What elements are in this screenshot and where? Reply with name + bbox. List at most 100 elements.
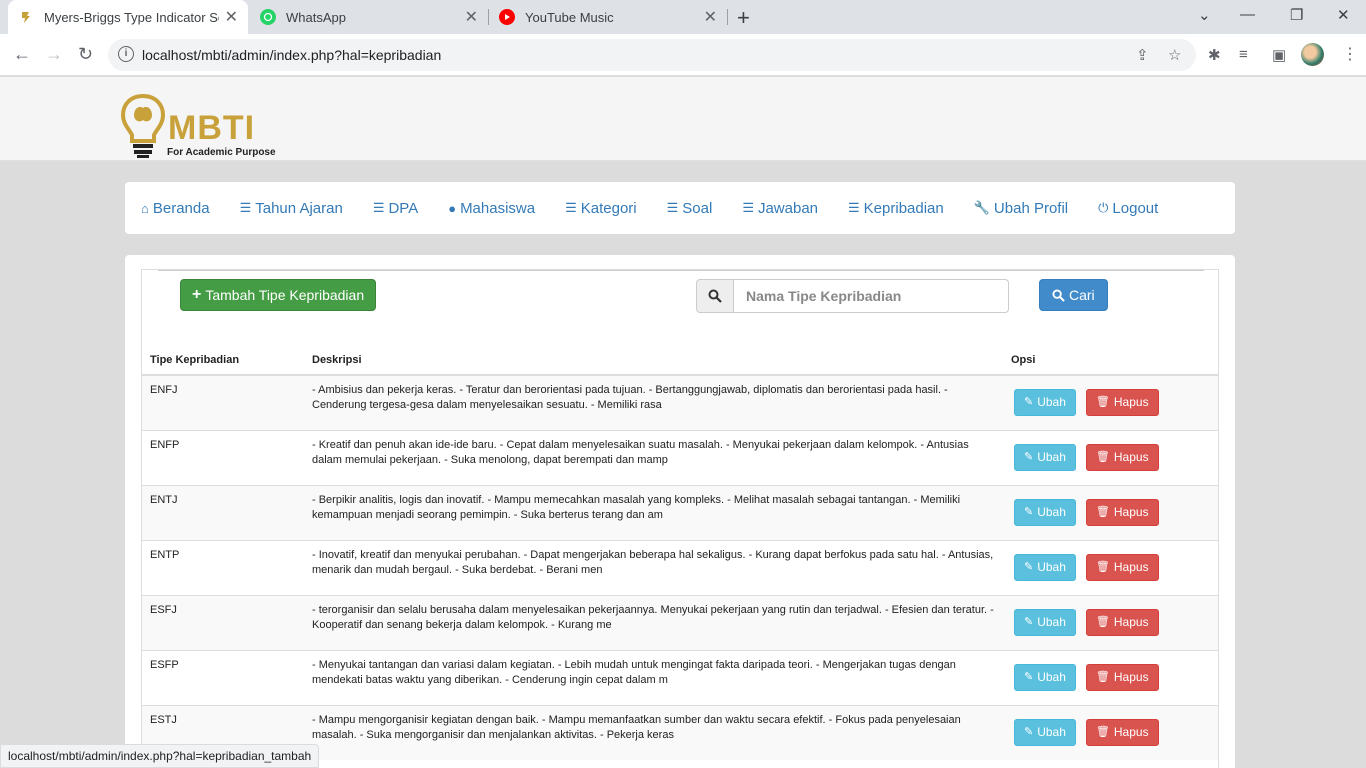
table-row: ENTP - Inovatif, kreatif dan menyukai per… (142, 539, 1218, 595)
cell-tipe: ENFP (142, 429, 304, 485)
delete-button[interactable]: 🗑 Hapus (1085, 608, 1159, 636)
cell-tipe: ESFJ (142, 594, 304, 650)
edit-button[interactable]: ✎ Ubah (1014, 498, 1076, 526)
search-input[interactable] (734, 279, 1009, 313)
list-icon: ☰ (742, 200, 754, 215)
cell-opsi: ✎ Ubah 🗑 Hapus (1003, 704, 1218, 760)
edit-icon: ✎ (1024, 396, 1034, 408)
edit-icon: ✎ (1024, 505, 1034, 518)
delete-button[interactable]: 🗑 Hapus (1085, 498, 1159, 526)
trash-icon: 🗑 (1095, 396, 1110, 408)
site-info-icon[interactable]: i (118, 46, 134, 62)
cell-tipe: ENTP (142, 539, 304, 595)
nav-jawaban[interactable]: ☰ Jawaban (742, 200, 818, 217)
url-text[interactable]: localhost/mbti/admin/index.php?hal=kepri… (142, 47, 441, 63)
table-row: ENTJ - Berpikir analitis, logis dan inova… (142, 484, 1218, 540)
edit-icon: ✎ (1024, 615, 1034, 628)
nav-kepribadian[interactable]: ☰ Kepribadian (848, 200, 944, 217)
close-tab-icon[interactable]: ✕ (225, 7, 238, 27)
edit-button[interactable]: ✎ Ubah (1014, 608, 1076, 636)
nav-soal[interactable]: ☰ Soal (667, 200, 713, 217)
forward-icon[interactable]: → (45, 44, 63, 65)
cell-opsi: ✎ Ubah 🗑 Hapus (1003, 484, 1218, 540)
column-header-opsi: Opsi (1003, 343, 1218, 376)
tab-search-icon[interactable]: ⌄ (1198, 6, 1211, 24)
delete-button[interactable]: 🗑 Hapus (1085, 553, 1159, 581)
delete-button[interactable]: 🗑 Hapus (1085, 663, 1159, 691)
delete-button-label: Hapus (1113, 669, 1149, 684)
extensions-icon[interactable]: ✱ (1208, 46, 1221, 64)
search-button-label: Cari (1069, 287, 1095, 303)
add-personality-type-button[interactable]: + Tambah Tipe Kepribadian (180, 279, 377, 311)
delete-button[interactable]: 🗑 Hapus (1085, 443, 1159, 471)
trash-icon: 🗑 (1095, 725, 1110, 738)
close-tab-icon[interactable]: ✕ (465, 7, 478, 27)
wrench-icon: 🔧 (973, 200, 990, 215)
share-icon[interactable]: ⇪ (1136, 46, 1149, 64)
list-icon: ☰ (372, 200, 385, 215)
nav-tahun-ajaran[interactable]: ☰ Tahun Ajaran (240, 200, 343, 217)
edit-button[interactable]: ✎ Ubah (1014, 718, 1076, 746)
address-bar[interactable]: i localhost/mbti/admin/index.php?hal=kep… (108, 39, 1196, 71)
browser-tab-youtube-music[interactable]: YouTube Music ✕ (489, 0, 727, 34)
edit-button-label: Ubah (1037, 559, 1066, 574)
logo-wordmark: MBTI (168, 109, 256, 147)
main-nav: ⌂ Beranda ☰ Tahun Ajaran ☰ DPA ● Mahasiswa ☰… (125, 182, 1235, 234)
close-window-icon[interactable]: ✕ (1337, 6, 1350, 24)
table-row: ESFP - Menyukai tantangan dan variasi dal… (142, 649, 1218, 705)
cell-deskripsi: - Berpikir analitis, logis dan inovatif.… (304, 484, 1003, 540)
cell-deskripsi: - Ambisius dan pekerja keras. - Teratur … (304, 374, 1003, 430)
edit-button-label: Ubah (1037, 504, 1066, 519)
status-bar-url: localhost/mbti/admin/index.php?hal=kepri… (0, 744, 320, 768)
cell-deskripsi: - Menyukai tantangan dan variasi dalam k… (304, 649, 1003, 705)
table-body: ENFJ - Ambisius dan pekerja keras. - Tera… (142, 374, 1218, 760)
nav-mahasiswa[interactable]: ● Mahasiswa (448, 200, 535, 217)
edit-button[interactable]: ✎ Ubah (1014, 663, 1076, 691)
nav-label: Kategori (580, 199, 637, 217)
power-icon: ⏻ (1098, 200, 1109, 215)
nav-dpa[interactable]: ☰ DPA (373, 200, 418, 217)
cell-opsi: ✎ Ubah 🗑 Hapus (1003, 594, 1218, 650)
new-tab-icon[interactable]: + (737, 5, 750, 31)
browser-tab-whatsapp[interactable]: WhatsApp ✕ (250, 0, 488, 34)
delete-button-label: Hapus (1113, 614, 1149, 629)
restore-icon[interactable]: ❐ (1290, 6, 1303, 24)
delete-button-label: Hapus (1113, 504, 1149, 519)
nav-ubah-profil[interactable]: 🔧 Ubah Profil (974, 200, 1068, 217)
trash-icon: 🗑 (1095, 670, 1110, 683)
lightbulb-brain-icon (120, 93, 166, 158)
nav-label: Ubah Profil (993, 199, 1069, 217)
personality-table: Tipe Kepribadian Deskripsi Opsi ENFJ - Am… (142, 343, 1218, 760)
reload-icon[interactable]: ↻ (78, 44, 93, 65)
cell-tipe: ENTJ (142, 484, 304, 540)
cell-deskripsi: - Kreatif dan penuh akan ide-ide baru. -… (304, 429, 1003, 485)
browser-tab-mbti[interactable]: Myers-Briggs Type Indicator Scal ✕ (8, 0, 248, 34)
close-tab-icon[interactable]: ✕ (704, 7, 717, 27)
edit-button[interactable]: ✎ Ubah (1014, 389, 1076, 416)
nav-kategori[interactable]: ☰ Kategori (565, 200, 637, 217)
edit-button-label: Ubah (1037, 449, 1066, 464)
table-row: ESFJ - terorganisir dan selalu berusaha d… (142, 594, 1218, 650)
delete-button[interactable]: 🗑 Hapus (1085, 718, 1159, 746)
minimize-icon[interactable]: — (1240, 6, 1255, 23)
table-row: ENFP - Kreatif dan penuh akan ide-ide bar… (142, 429, 1218, 485)
edit-button[interactable]: ✎ Ubah (1014, 443, 1076, 471)
column-header-deskripsi: Deskripsi (304, 343, 1003, 376)
column-header-tipe: Tipe Kepribadian (142, 343, 304, 376)
cell-deskripsi: - terorganisir dan selalu berusaha dalam… (304, 594, 1003, 650)
bookmark-star-icon[interactable]: ☆ (1168, 46, 1181, 64)
browser-toolbar: ← → ↻ i localhost/mbti/admin/index.php?h… (0, 34, 1366, 76)
trash-icon: 🗑 (1095, 560, 1110, 573)
nav-logout[interactable]: ⏻ Logout (1098, 200, 1158, 217)
search-button[interactable]: Cari (1039, 279, 1108, 311)
nav-beranda[interactable]: ⌂ Beranda (141, 200, 210, 217)
delete-button-label: Hapus (1113, 395, 1149, 409)
delete-button[interactable]: 🗑 Hapus (1085, 389, 1159, 416)
media-queue-icon[interactable]: ≡ (1239, 46, 1248, 63)
back-icon[interactable]: ← (13, 44, 31, 65)
whatsapp-icon (260, 9, 276, 25)
menu-kebab-icon[interactable]: ⋮ (1342, 44, 1358, 64)
side-panel-icon[interactable]: ▣ (1272, 46, 1286, 64)
edit-button[interactable]: ✎ Ubah (1014, 553, 1076, 581)
profile-avatar[interactable] (1301, 43, 1324, 66)
